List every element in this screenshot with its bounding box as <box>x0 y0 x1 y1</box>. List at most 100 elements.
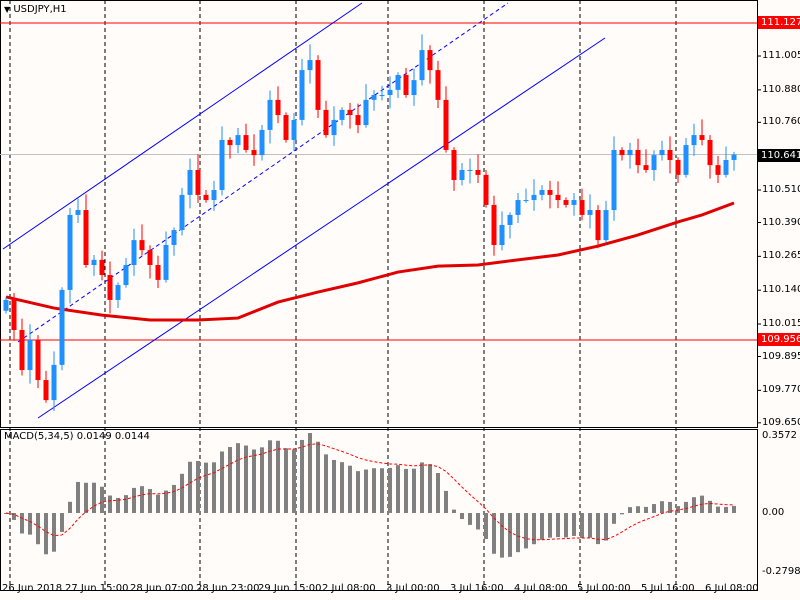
macd-label: MACD(5,34,5) 0.0149 0.0144 <box>4 431 150 442</box>
macd-histogram-bar <box>188 461 192 513</box>
macd-histogram-bar <box>692 497 696 513</box>
price-axis-label: 111.005 <box>762 50 800 62</box>
macd-histogram-bar <box>540 513 544 540</box>
price-axis-label: 110.265 <box>762 250 800 262</box>
candle-body <box>499 224 505 245</box>
candle-body <box>251 149 257 156</box>
macd-histogram-bar <box>100 486 104 513</box>
macd-histogram-bar <box>284 448 288 513</box>
macd-histogram-bar <box>708 500 712 513</box>
channel-mid-line <box>17 2 509 343</box>
candle-body <box>643 165 649 170</box>
candle-body <box>571 200 577 205</box>
macd-histogram-bar <box>404 468 408 513</box>
time-axis-label: 4 Jul 08:00 <box>514 583 568 594</box>
macd-histogram-bar <box>556 513 560 538</box>
time-axis-label: 27 Jun 15:00 <box>65 583 129 594</box>
candle-body <box>635 149 641 166</box>
macd-histogram-bar <box>676 506 680 513</box>
macd-histogram-bar <box>524 513 528 549</box>
time-axis-label: 29 Jun 15:00 <box>258 583 322 594</box>
macd-histogram-bar <box>724 506 728 513</box>
macd-histogram-bar <box>276 440 280 513</box>
candle-body <box>467 169 473 171</box>
time-axis-label: 28 Jun 23:00 <box>196 583 260 594</box>
candle-body <box>195 169 201 195</box>
macd-histogram-bar <box>356 471 360 513</box>
macd-histogram-bar <box>364 469 368 513</box>
candle-body <box>43 380 49 401</box>
candle-body <box>531 194 537 201</box>
macd-histogram-bar <box>396 465 400 513</box>
macd-histogram-bar <box>372 468 376 513</box>
macd-histogram-bar <box>588 513 592 538</box>
price-axis-label: 110.390 <box>762 216 800 228</box>
candle-body <box>699 135 705 140</box>
macd-histogram-bar <box>140 486 144 513</box>
time-axis-label: 3 Jul 00:00 <box>386 583 440 594</box>
main-pane-frame <box>0 0 758 428</box>
candle-body <box>675 159 681 175</box>
macd-histogram-bar <box>468 513 472 525</box>
candle-body <box>411 80 417 96</box>
candle-body <box>651 155 657 170</box>
candle-body <box>683 145 689 175</box>
macd-histogram-bar <box>292 449 296 513</box>
macd-histogram-bar <box>484 513 488 539</box>
macd-histogram-bar <box>644 506 648 513</box>
candle-body <box>211 190 217 201</box>
candle-body <box>275 99 281 116</box>
macd-histogram-bar <box>652 504 656 513</box>
macd-histogram-bar <box>68 501 72 513</box>
macd-histogram-bar <box>300 439 304 513</box>
candle-body <box>307 60 313 71</box>
candle-body <box>547 190 553 195</box>
price-axis-label: 109.895 <box>762 350 800 362</box>
candle-body <box>667 149 673 160</box>
macd-histogram-bar <box>220 451 224 513</box>
price-tag-current: 110.641 <box>758 149 800 162</box>
candle-body <box>19 329 25 371</box>
price-tag-lower: 109.956 <box>758 333 800 346</box>
candle-body <box>371 95 377 100</box>
macd-histogram-bar <box>452 509 456 513</box>
candle-body <box>75 210 81 215</box>
candle-body <box>595 210 601 241</box>
macd-histogram-bar <box>732 505 736 513</box>
candle-body <box>107 275 113 300</box>
macd-histogram-bar <box>204 462 208 513</box>
candle-body <box>219 139 225 191</box>
candle-body <box>3 299 9 311</box>
candle-body <box>379 95 385 97</box>
candle-body <box>67 214 73 290</box>
macd-histogram-bar <box>236 443 240 513</box>
macd-histogram-bar <box>164 490 168 513</box>
price-axis-label: 110.140 <box>762 284 800 296</box>
macd-histogram-bar <box>244 445 248 513</box>
macd-histogram-bar <box>212 462 216 513</box>
macd-histogram-bar <box>564 513 568 538</box>
candle-body <box>491 204 497 245</box>
macd-histogram-bar <box>20 513 24 534</box>
macd-histogram-bar <box>52 513 56 552</box>
macd-histogram-bar <box>340 462 344 513</box>
candle-body <box>715 165 721 175</box>
macd-histogram-bar <box>444 490 448 513</box>
candle-body <box>443 99 449 150</box>
candle-body <box>83 210 89 266</box>
macd-histogram-bar <box>548 513 552 538</box>
candle-body <box>291 119 297 140</box>
macd-histogram-bar <box>44 513 48 555</box>
candle-body <box>515 200 521 215</box>
candle-body <box>451 149 457 181</box>
candle-body <box>147 250 153 266</box>
candle-body <box>131 240 137 266</box>
macd-histogram-bar <box>628 507 632 513</box>
candle-body <box>627 149 633 156</box>
macd-histogram-bar <box>332 459 336 513</box>
macd-histogram-bar <box>316 441 320 513</box>
price-axis-label: 110.760 <box>762 116 800 128</box>
candle-body <box>11 299 17 330</box>
macd-histogram-bar <box>660 501 664 513</box>
symbol-menu[interactable]: ▼ USDJPY,H1 <box>4 4 67 15</box>
